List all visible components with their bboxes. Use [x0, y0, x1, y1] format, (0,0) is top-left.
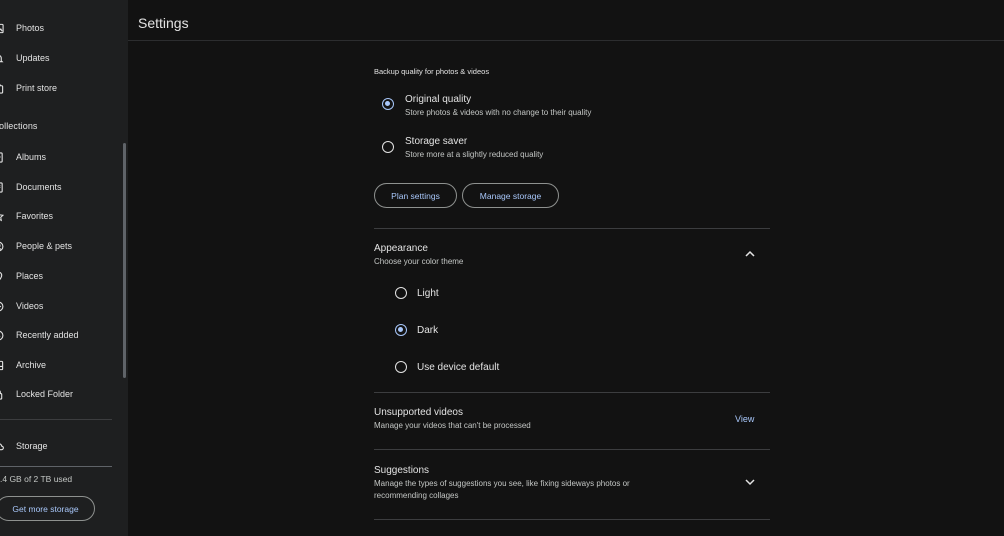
manage-storage-button[interactable]: Manage storage	[462, 183, 559, 208]
page-title: Settings	[138, 15, 189, 31]
cloud-icon	[0, 441, 4, 452]
sidebar-item-people-pets[interactable]: People & pets	[0, 233, 113, 259]
photos-icon	[0, 23, 4, 34]
sidebar-item-label: People & pets	[16, 241, 73, 251]
sidebar-item-label: Storage	[16, 441, 48, 451]
theme-dark-radio[interactable]	[395, 324, 407, 336]
people-icon	[0, 241, 4, 252]
section-divider	[374, 392, 770, 393]
clock-icon	[0, 330, 4, 341]
unsupported-videos-desc: Manage your videos that can't be process…	[374, 421, 531, 430]
sidebar: Photos Updates Print store ollections Al…	[0, 0, 128, 536]
print-store-icon	[0, 83, 4, 94]
storage-meter	[0, 466, 112, 467]
suggestions-title: Suggestions	[374, 465, 430, 476]
sidebar-item-locked-folder[interactable]: Locked Folder	[0, 381, 113, 407]
sidebar-item-label: Print store	[16, 83, 58, 93]
sidebar-item-updates[interactable]: Updates	[0, 45, 113, 71]
chevron-up-icon[interactable]	[743, 247, 757, 261]
sidebar-item-label: Albums	[16, 152, 47, 162]
sidebar-item-label: Archive	[16, 360, 47, 370]
view-unsupported-videos-link[interactable]: View	[735, 414, 754, 424]
storage-saver-title: Storage saver	[405, 136, 468, 147]
appearance-desc: Choose your color theme	[374, 257, 464, 266]
sidebar-divider	[0, 419, 112, 420]
backup-quality-label: Backup quality for photos & videos	[374, 67, 490, 76]
section-divider	[374, 519, 770, 520]
section-divider	[374, 449, 770, 450]
collections-title: ollections	[0, 121, 38, 131]
theme-dark-label: Dark	[417, 325, 439, 336]
suggestions-desc-line2: recommending collages	[374, 491, 459, 500]
sidebar-item-places[interactable]: Places	[0, 263, 113, 289]
sidebar-item-label: Recently added	[16, 330, 79, 340]
sidebar-item-print-store[interactable]: Print store	[0, 75, 113, 101]
sidebar-item-documents[interactable]: Documents	[0, 174, 113, 200]
lock-icon	[0, 389, 4, 400]
sidebar-item-label: Updates	[16, 53, 50, 63]
sidebar-item-archive[interactable]: Archive	[0, 352, 113, 378]
plan-settings-button[interactable]: Plan settings	[374, 183, 457, 208]
sidebar-item-photos[interactable]: Photos	[0, 15, 113, 41]
sidebar-item-albums[interactable]: Albums	[0, 144, 113, 170]
original-quality-desc: Store photos & videos with no change to …	[405, 108, 592, 117]
unsupported-videos-title: Unsupported videos	[374, 407, 463, 418]
play-icon	[0, 301, 4, 312]
get-more-storage-button[interactable]: Get more storage	[0, 496, 95, 521]
suggestions-desc-line1: Manage the types of suggestions you see,…	[374, 479, 630, 488]
sidebar-item-label: Places	[16, 271, 44, 281]
appearance-title: Appearance	[374, 243, 428, 254]
sidebar-item-storage[interactable]: Storage	[0, 433, 113, 459]
theme-light-label: Light	[417, 288, 439, 299]
albums-icon	[0, 151, 4, 163]
theme-device-default-label: Use device default	[417, 362, 500, 373]
star-icon	[0, 211, 4, 222]
settings-content: Backup quality for photos & videos Origi…	[374, 0, 770, 536]
sidebar-item-label: Favorites	[16, 211, 54, 221]
storage-saver-desc: Store more at a slightly reduced quality	[405, 150, 544, 159]
theme-light-radio[interactable]	[395, 287, 407, 299]
theme-device-default-radio[interactable]	[395, 361, 407, 373]
storage-saver-radio[interactable]	[382, 141, 394, 153]
sidebar-item-label: Photos	[16, 23, 45, 33]
documents-icon	[0, 181, 4, 193]
storage-used-text: .4 GB of 2 TB used	[0, 474, 73, 484]
sidebar-item-favorites[interactable]: Favorites	[0, 203, 113, 229]
sidebar-item-videos[interactable]: Videos	[0, 293, 113, 319]
archive-icon	[0, 360, 4, 371]
section-divider	[374, 228, 770, 229]
place-pin-icon	[0, 271, 4, 282]
sidebar-item-label: Videos	[16, 301, 44, 311]
bell-icon	[0, 53, 4, 64]
original-quality-title: Original quality	[405, 94, 472, 105]
chevron-down-icon[interactable]	[743, 475, 757, 489]
sidebar-scrollbar[interactable]	[123, 143, 126, 378]
sidebar-item-label: Locked Folder	[16, 389, 74, 399]
original-quality-radio[interactable]	[382, 98, 394, 110]
sidebar-item-recently-added[interactable]: Recently added	[0, 322, 113, 348]
sidebar-item-label: Documents	[16, 182, 62, 192]
